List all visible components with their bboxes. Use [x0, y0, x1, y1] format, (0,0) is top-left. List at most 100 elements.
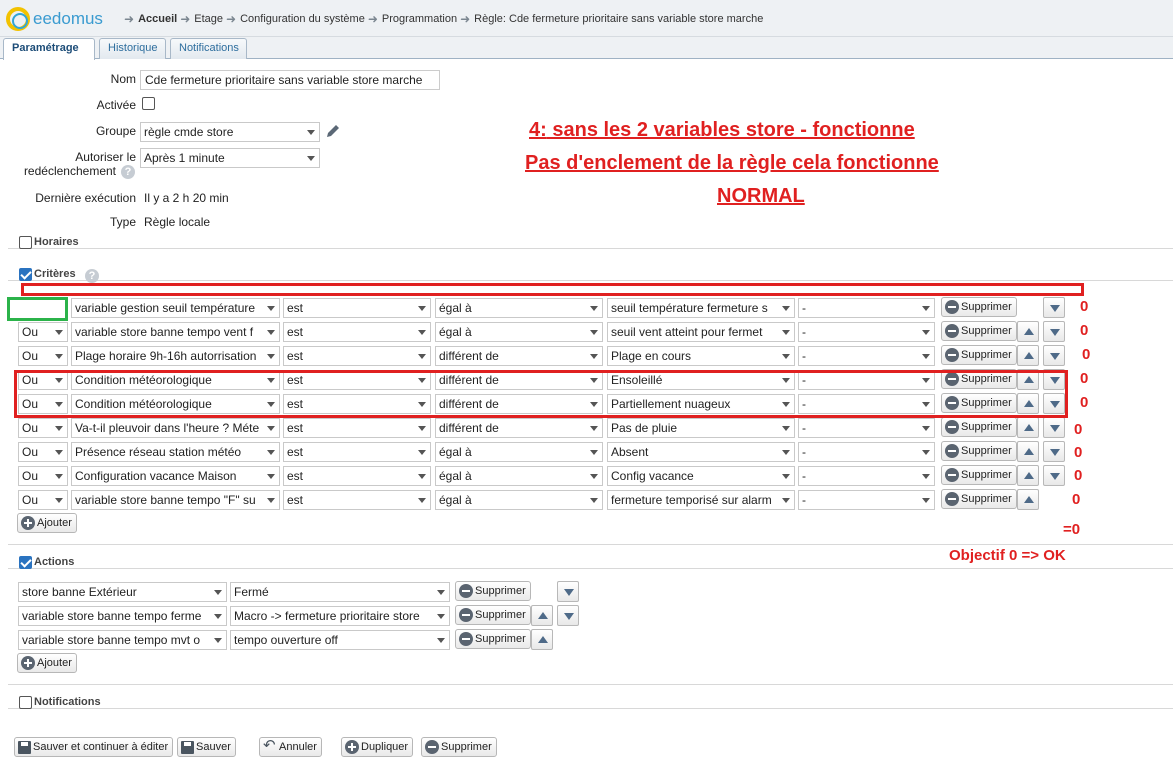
action-device-select[interactable]: variable store banne tempo ferme [18, 606, 227, 626]
criteria-condition-select[interactable]: est [283, 322, 431, 342]
criteria-operator-select[interactable]: Ou [18, 490, 68, 510]
action-delete-button[interactable]: Supprimer [455, 581, 531, 601]
criteria-delete-button[interactable]: Supprimer [941, 345, 1017, 365]
criteria-extra-select[interactable]: - [798, 298, 935, 318]
criteria-condition-select[interactable]: est [283, 418, 431, 438]
action-value-select[interactable]: tempo ouverture off [230, 630, 450, 650]
action-device-select[interactable]: variable store banne tempo mvt o [18, 630, 227, 650]
action-value-select[interactable]: Macro -> fermeture prioritaire store [230, 606, 450, 626]
criteria-extra-select[interactable]: - [798, 418, 935, 438]
cancel-button[interactable]: Annuler [259, 737, 322, 757]
move-down-button[interactable] [557, 605, 579, 626]
criteria-value-select[interactable]: Config vacance [607, 466, 795, 486]
criteria-extra-select[interactable]: - [798, 490, 935, 510]
criteria-operator-select[interactable]: Ou [18, 418, 68, 438]
activee-checkbox[interactable] [142, 97, 155, 110]
criteria-condition-select[interactable]: est [283, 298, 431, 318]
actions-checkbox[interactable] [19, 556, 32, 569]
action-value-select[interactable]: Fermé [230, 582, 450, 602]
move-up-button[interactable] [1017, 417, 1039, 438]
criteria-device-select[interactable]: variable store banne tempo "F" su [71, 490, 280, 510]
criteria-operator-select[interactable]: Ou [18, 466, 68, 486]
criteria-comparator-select[interactable]: égal à [435, 322, 603, 342]
breadcrumb-etage[interactable]: Etage [194, 13, 223, 25]
move-up-button[interactable] [531, 629, 553, 650]
criteria-extra-select[interactable]: - [798, 346, 935, 366]
breadcrumb-accueil[interactable]: Accueil [138, 13, 177, 25]
tab-parametrage[interactable]: Paramétrage [3, 38, 95, 60]
criteria-value-select[interactable]: Absent [607, 442, 795, 462]
add-action-button[interactable]: Ajouter [17, 653, 77, 673]
criteria-operator-select[interactable]: Ou [18, 322, 68, 342]
tab-notifications[interactable]: Notifications [170, 38, 247, 59]
tab-historique[interactable]: Historique [99, 38, 166, 59]
eedomus-logo[interactable]: eedomus [6, 7, 103, 31]
move-down-button[interactable] [1043, 321, 1065, 342]
help-icon[interactable]: ? [85, 269, 99, 283]
criteria-device-select[interactable]: Va-t-il pleuvoir dans l'heure ? Méte [71, 418, 280, 438]
action-delete-button[interactable]: Supprimer [455, 605, 531, 625]
pencil-icon[interactable] [324, 122, 342, 140]
criteria-device-select[interactable]: variable store banne tempo vent f [71, 322, 280, 342]
criteres-checkbox[interactable] [19, 268, 32, 281]
criteria-extra-select[interactable]: - [798, 322, 935, 342]
criteria-delete-button[interactable]: Supprimer [941, 417, 1017, 437]
criteria-delete-button[interactable]: Supprimer [941, 321, 1017, 341]
move-down-button[interactable] [1043, 441, 1065, 462]
criteria-delete-button[interactable]: Supprimer [941, 489, 1017, 509]
criteria-comparator-select[interactable]: égal à [435, 466, 603, 486]
move-up-button[interactable] [1017, 345, 1039, 366]
criteria-comparator-select[interactable]: égal à [435, 490, 603, 510]
autoriser-select[interactable]: Après 1 minute [140, 148, 320, 168]
criteria-device-select[interactable]: Configuration vacance Maison [71, 466, 280, 486]
criteria-value-select[interactable]: Plage en cours [607, 346, 795, 366]
criteria-condition-select[interactable]: est [283, 466, 431, 486]
criteria-value-select[interactable]: seuil température fermeture s [607, 298, 795, 318]
criteria-operator-select[interactable]: Ou [18, 346, 68, 366]
criteria-device-select[interactable]: Présence réseau station météo [71, 442, 280, 462]
criteria-extra-select[interactable]: - [798, 466, 935, 486]
move-up-button[interactable] [1017, 465, 1039, 486]
criteria-condition-select[interactable]: est [283, 490, 431, 510]
move-down-button[interactable] [1043, 345, 1065, 366]
criteria-delete-button[interactable]: Supprimer [941, 297, 1017, 317]
save-continue-button[interactable]: Sauver et continuer à éditer [14, 737, 174, 757]
add-criteria-button[interactable]: Ajouter [17, 513, 77, 533]
criteria-delete-button[interactable]: Supprimer [941, 465, 1017, 485]
criteria-condition-select[interactable]: est [283, 346, 431, 366]
groupe-select[interactable]: règle cmde store [140, 122, 320, 142]
breadcrumb-programmation[interactable]: Programmation [382, 13, 457, 25]
move-down-button[interactable] [557, 581, 579, 602]
move-up-button[interactable] [1017, 321, 1039, 342]
criteria-value-select[interactable]: seuil vent atteint pour fermet [607, 322, 795, 342]
move-up-button[interactable] [1017, 441, 1039, 462]
action-delete-button[interactable]: Supprimer [455, 629, 531, 649]
move-up-button[interactable] [531, 605, 553, 626]
criteria-delete-button[interactable]: Supprimer [941, 441, 1017, 461]
criteria-value-select[interactable]: Pas de pluie [607, 418, 795, 438]
horaires-checkbox[interactable] [19, 236, 32, 249]
criteria-value-select[interactable]: fermeture temporisé sur alarm [607, 490, 795, 510]
delete-rule-button[interactable]: Supprimer [421, 737, 497, 757]
criteria-operator-select[interactable]: Ou [18, 442, 68, 462]
save-button[interactable]: Sauver [177, 737, 236, 757]
groupe-label: Groupe [95, 124, 136, 138]
breadcrumb-configuration[interactable]: Configuration du système [240, 13, 365, 25]
criteria-condition-select[interactable]: est [283, 442, 431, 462]
move-down-button[interactable] [1043, 297, 1065, 318]
criteria-device-select[interactable]: Plage horaire 9h-16h autorrisation [71, 346, 280, 366]
criteria-comparator-select[interactable]: différent de [435, 346, 603, 366]
nom-input[interactable]: Cde fermeture prioritaire sans variable … [140, 70, 440, 90]
action-device-select[interactable]: store banne Extérieur [18, 582, 227, 602]
move-up-button[interactable] [1017, 489, 1039, 510]
move-down-button[interactable] [1043, 417, 1065, 438]
notifications-checkbox[interactable] [19, 696, 32, 709]
criteria-comparator-select[interactable]: différent de [435, 418, 603, 438]
criteria-comparator-select[interactable]: égal à [435, 442, 603, 462]
help-icon[interactable]: ? [121, 165, 135, 179]
criteria-comparator-select[interactable]: égal à [435, 298, 603, 318]
criteria-extra-select[interactable]: - [798, 442, 935, 462]
criteria-device-select[interactable]: variable gestion seuil température [71, 298, 280, 318]
move-down-button[interactable] [1043, 465, 1065, 486]
duplicate-button[interactable]: Dupliquer [341, 737, 414, 757]
